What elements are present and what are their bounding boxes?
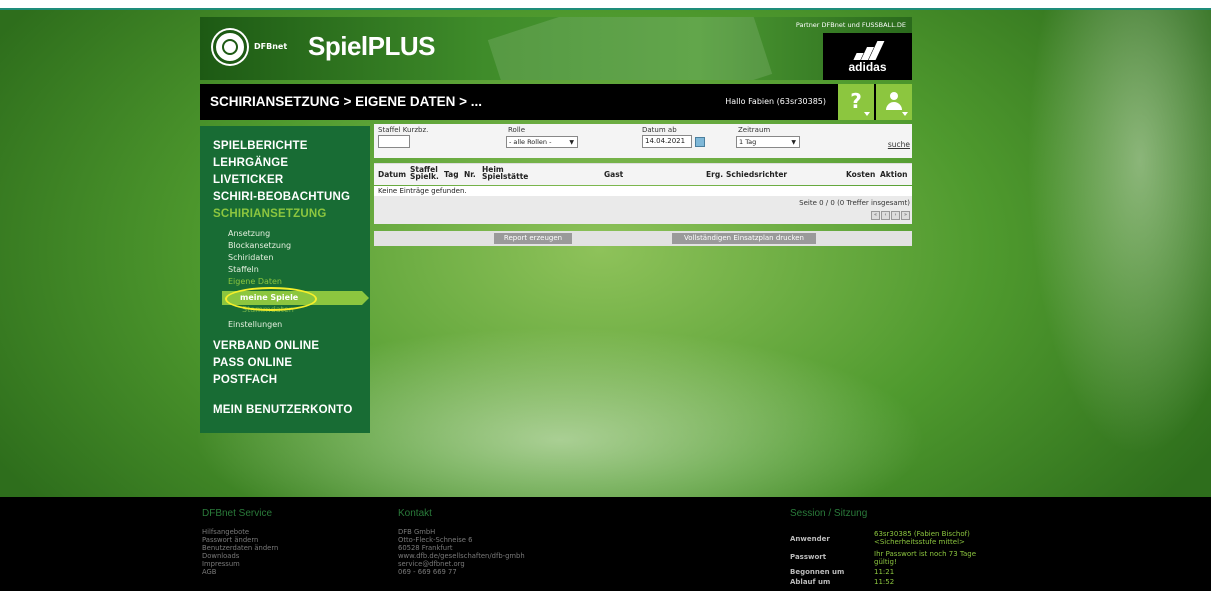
zeitraum-select-value: 1 Tag (739, 138, 757, 146)
sponsor-logo: adidas (823, 33, 912, 80)
session-passwort-note: gültig! (874, 558, 897, 566)
pager-text: Seite 0 / 0 (0 Treffer insgesamt) (799, 199, 910, 207)
footer-contact-title: Kontakt (398, 508, 432, 519)
app-title[interactable]: SpielPLUS (308, 31, 435, 62)
sponsor-name: adidas (848, 60, 887, 74)
footer-link-downloads[interactable]: Downloads (202, 552, 239, 560)
empty-message: Keine Einträge gefunden. (374, 186, 912, 196)
footer-link-benutzerdaten[interactable]: Benutzerdaten ändern (202, 544, 278, 552)
contact-email-link[interactable]: service@dfbnet.org (398, 560, 465, 568)
sidebar-sub-blockansetzung[interactable]: Blockansetzung (228, 241, 291, 250)
sidebar-item-lehrgaenge[interactable]: LEHRGÄNGE (213, 157, 288, 169)
chevron-down-icon: ▼ (569, 139, 574, 146)
col-erg[interactable]: Erg. (706, 171, 723, 179)
user-icon (890, 92, 898, 100)
footer-session-title: Session / Sitzung (790, 508, 868, 519)
sidebar-item-postfach[interactable]: POSTFACH (213, 374, 277, 386)
session-anwender-label: Anwender (790, 535, 830, 543)
help-button[interactable]: ? (838, 84, 874, 120)
zeitraum-select[interactable]: 1 Tag ▼ (736, 136, 800, 148)
rolle-select-value: - alle Rollen - (509, 138, 552, 146)
pager-buttons: «‹ ›» (870, 211, 910, 230)
sidebar-item-mein-benutzerkonto[interactable]: MEIN BENUTZERKONTO (213, 404, 352, 416)
last-page-button[interactable]: » (901, 211, 910, 220)
footer: DFBnet Service Hilfsangebote Passwort än… (0, 497, 1211, 591)
calendar-icon[interactable] (695, 137, 705, 147)
session-passwort-label: Passwort (790, 553, 827, 561)
breadcrumb-bar: SCHIRIANSETZUNG > EIGENE DATEN > ... Hal… (200, 84, 912, 120)
staffel-label: Staffel Kurzbz. (378, 126, 429, 134)
chevron-down-icon (864, 112, 870, 116)
sidebar-item-pass-online[interactable]: PASS ONLINE (213, 357, 292, 369)
col-datum[interactable]: Datum (378, 171, 406, 179)
chevron-down-icon: ▼ (791, 139, 796, 146)
search-link[interactable]: suche (888, 140, 910, 149)
staffel-input[interactable] (378, 135, 410, 148)
session-ablauf-value: 11:52 (874, 578, 895, 586)
user-menu-button[interactable] (876, 84, 912, 120)
sidebar-sub-staffeln[interactable]: Staffeln (228, 265, 259, 274)
sidebar-item-schiri-beobachtung[interactable]: SCHIRI-BEOBACHTUNG (213, 191, 350, 203)
help-icon: ? (850, 89, 862, 113)
datum-label: Datum ab (642, 126, 677, 134)
chevron-down-icon (902, 112, 908, 116)
col-gast[interactable]: Gast (604, 171, 623, 179)
session-begonnen-label: Begonnen um (790, 568, 845, 576)
zeitraum-label: Zeitraum (738, 126, 771, 134)
pager: Seite 0 / 0 (0 Treffer insgesamt) «‹ ›» (374, 196, 912, 224)
contact-line: 069 - 669 669 77 (398, 568, 457, 576)
contact-line: 60528 Frankfurt (398, 544, 453, 552)
session-anwender-value: 63sr30385 (Fabien Bischof) (874, 530, 970, 538)
sidebar-item-liveticker[interactable]: LIVETICKER (213, 174, 283, 186)
prev-page-button[interactable]: ‹ (881, 211, 890, 220)
datum-input[interactable]: 14.04.2021 (642, 135, 692, 148)
sidebar-sub-eigene-daten[interactable]: Eigene Daten (228, 277, 282, 286)
sidebar-item-spielberichte[interactable]: SPIELBERICHTE (213, 140, 308, 152)
contact-line: DFB GmbH (398, 528, 436, 536)
adidas-icon (853, 40, 885, 60)
partner-text: Partner DFBnet und FUSSBALL.DE (795, 21, 906, 29)
top-border (0, 0, 1211, 10)
session-begonnen-value: 11:21 (874, 568, 895, 576)
sidebar-sub-schiridaten[interactable]: Schiridaten (228, 253, 273, 262)
session-passwort-value: Ihr Passwort ist noch 73 Tage (874, 550, 977, 558)
col-kosten[interactable]: Kosten (846, 171, 875, 179)
footer-link-passwort[interactable]: Passwort ändern (202, 536, 258, 544)
app-header: DFBnet SpielPLUS Partner DFBnet und FUSS… (200, 17, 912, 80)
footer-link-impressum[interactable]: Impressum (202, 560, 240, 568)
contact-line: Otto-Fleck-Schneise 6 (398, 536, 473, 544)
col-aktion[interactable]: Aktion (880, 171, 907, 179)
session-ablauf-label: Ablauf um (790, 578, 831, 586)
footer-service-title: DFBnet Service (202, 508, 273, 519)
action-bar: Report erzeugen Vollständigen Einsatzpla… (374, 231, 912, 246)
sidebar-item-schiriansetzung[interactable]: SCHIRIANSETZUNG (213, 208, 327, 220)
user-greeting: Hallo Fabien (63sr30385) (725, 97, 826, 106)
rolle-label: Rolle (508, 126, 526, 134)
sidebar-sub-ansetzung[interactable]: Ansetzung (228, 229, 270, 238)
footer-link-agb[interactable]: AGB (202, 568, 216, 576)
session-anwender-note: <Sicherheitsstufe mittel> (874, 538, 965, 546)
sidebar-item-verband-online[interactable]: VERBAND ONLINE (213, 340, 319, 352)
dfb-logo-icon[interactable] (213, 30, 247, 64)
next-page-button[interactable]: › (891, 211, 900, 220)
brand-small: DFBnet (254, 42, 288, 51)
col-tag[interactable]: Tag (444, 171, 459, 179)
highlight-circle (225, 287, 317, 311)
contact-website-link[interactable]: www.dfb.de/gesellschaften/dfb-gmbh (398, 552, 525, 560)
sidebar: SPIELBERICHTE LEHRGÄNGE LIVETICKER SCHIR… (200, 126, 370, 433)
report-button[interactable]: Report erzeugen (494, 233, 572, 244)
col-heim[interactable]: Heim Spielstätte (482, 166, 528, 181)
col-staffel[interactable]: Staffel Spielk. (410, 166, 440, 181)
print-plan-button[interactable]: Vollständigen Einsatzplan drucken (672, 233, 816, 244)
sidebar-sub-einstellungen[interactable]: Einstellungen (228, 320, 282, 329)
col-nr[interactable]: Nr. (464, 171, 476, 179)
breadcrumb: SCHIRIANSETZUNG > EIGENE DATEN > ... (210, 94, 483, 109)
col-schiedsrichter[interactable]: Schiedsrichter (726, 171, 787, 179)
footer-link-hilfe[interactable]: Hilfsangebote (202, 528, 249, 536)
rolle-select[interactable]: - alle Rollen - ▼ (506, 136, 578, 148)
first-page-button[interactable]: « (871, 211, 880, 220)
